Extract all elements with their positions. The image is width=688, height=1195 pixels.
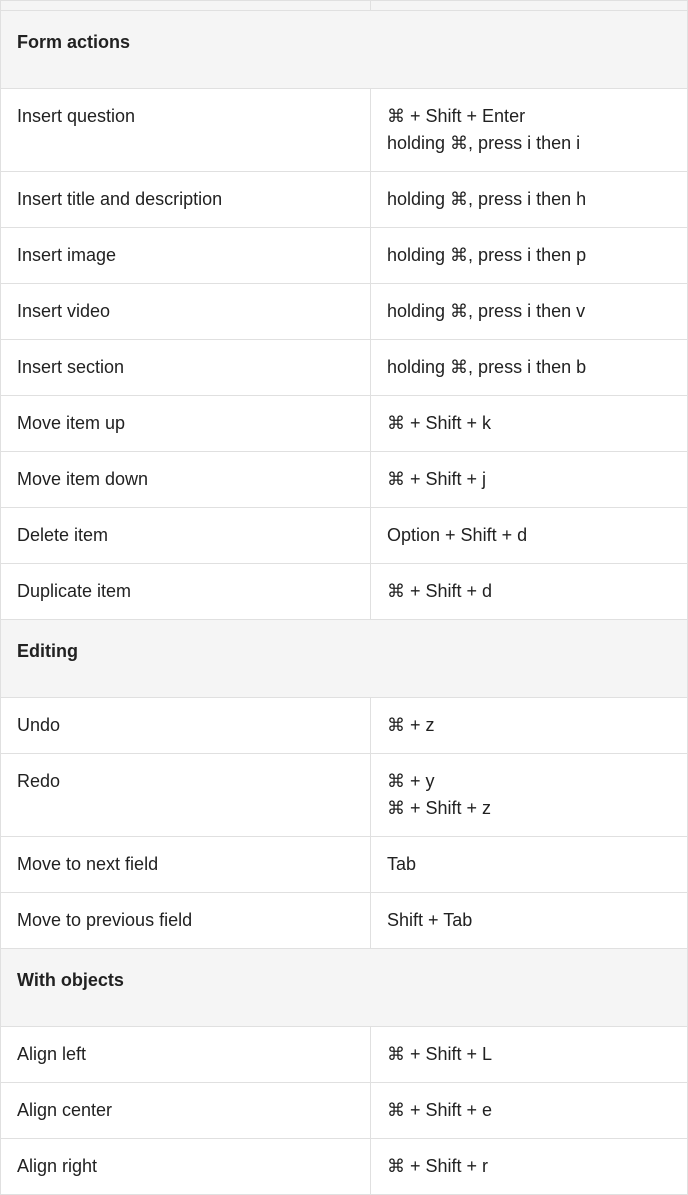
table-row: Move to next field Tab [1, 837, 688, 893]
shortcut-text: holding ⌘, press i then p [387, 242, 671, 269]
shortcut-cell: ⌘ + Shift + Enter holding ⌘, press i the… [371, 89, 688, 172]
table-row: Redo ⌘ + y ⌘ + Shift + z [1, 754, 688, 837]
shortcut-text: Option + Shift + d [387, 522, 671, 549]
shortcut-text: holding ⌘, press i then h [387, 186, 671, 213]
table-row: Insert image holding ⌘, press i then p [1, 228, 688, 284]
action-cell: Insert title and description [1, 172, 371, 228]
table-row: Move item up ⌘ + Shift + k [1, 396, 688, 452]
action-cell: Insert video [1, 284, 371, 340]
table-row: Align center ⌘ + Shift + e [1, 1083, 688, 1139]
shortcut-cell: Option + Shift + d [371, 508, 688, 564]
shortcut-text: ⌘ + Shift + j [387, 466, 671, 493]
stub-cell [1, 1, 371, 11]
shortcut-text: ⌘ + Shift + Enter [387, 103, 671, 130]
shortcut-text: holding ⌘, press i then v [387, 298, 671, 325]
shortcut-cell: ⌘ + z [371, 698, 688, 754]
shortcut-cell: holding ⌘, press i then h [371, 172, 688, 228]
action-cell: Insert section [1, 340, 371, 396]
stub-cell [371, 1, 688, 11]
table-row: Insert question ⌘ + Shift + Enter holdin… [1, 89, 688, 172]
shortcut-cell: Tab [371, 837, 688, 893]
shortcut-cell: holding ⌘, press i then v [371, 284, 688, 340]
shortcut-text: ⌘ + Shift + z [387, 795, 671, 822]
table-row: Align right ⌘ + Shift + r [1, 1139, 688, 1195]
shortcut-cell: ⌘ + Shift + L [371, 1027, 688, 1083]
shortcut-text: ⌘ + z [387, 712, 671, 739]
shortcuts-table: Form actions Insert question ⌘ + Shift +… [0, 0, 688, 1195]
action-cell: Undo [1, 698, 371, 754]
table-row: Align left ⌘ + Shift + L [1, 1027, 688, 1083]
shortcut-text: Tab [387, 851, 671, 878]
section-header: With objects [1, 949, 688, 1027]
shortcut-text: holding ⌘, press i then b [387, 354, 671, 381]
section-title: With objects [1, 949, 688, 1027]
action-cell: Delete item [1, 508, 371, 564]
action-cell: Move item down [1, 452, 371, 508]
section-header: Form actions [1, 11, 688, 89]
table-row: Delete item Option + Shift + d [1, 508, 688, 564]
action-cell: Move to previous field [1, 893, 371, 949]
table-row: Undo ⌘ + z [1, 698, 688, 754]
table-row: Move to previous field Shift + Tab [1, 893, 688, 949]
shortcut-cell: ⌘ + y ⌘ + Shift + z [371, 754, 688, 837]
shortcut-text: ⌘ + Shift + e [387, 1097, 671, 1124]
table-stub-row [1, 1, 688, 11]
shortcut-cell: ⌘ + Shift + j [371, 452, 688, 508]
shortcut-text: ⌘ + Shift + L [387, 1041, 671, 1068]
shortcut-text: ⌘ + Shift + r [387, 1153, 671, 1180]
section-title: Editing [1, 620, 688, 698]
action-cell: Move item up [1, 396, 371, 452]
shortcut-text: ⌘ + y [387, 768, 671, 795]
section-title: Form actions [1, 11, 688, 89]
action-cell: Move to next field [1, 837, 371, 893]
action-cell: Redo [1, 754, 371, 837]
action-cell: Insert image [1, 228, 371, 284]
table-row: Insert video holding ⌘, press i then v [1, 284, 688, 340]
table-row: Move item down ⌘ + Shift + j [1, 452, 688, 508]
shortcut-cell: ⌘ + Shift + e [371, 1083, 688, 1139]
table-row: Insert title and description holding ⌘, … [1, 172, 688, 228]
action-cell: Align right [1, 1139, 371, 1195]
table-row: Insert section holding ⌘, press i then b [1, 340, 688, 396]
shortcut-text: ⌘ + Shift + k [387, 410, 671, 437]
action-cell: Align left [1, 1027, 371, 1083]
shortcut-cell: ⌘ + Shift + k [371, 396, 688, 452]
shortcut-cell: holding ⌘, press i then b [371, 340, 688, 396]
shortcut-cell: ⌘ + Shift + d [371, 564, 688, 620]
shortcut-text: Shift + Tab [387, 907, 671, 934]
shortcut-text: ⌘ + Shift + d [387, 578, 671, 605]
table-row: Duplicate item ⌘ + Shift + d [1, 564, 688, 620]
action-cell: Align center [1, 1083, 371, 1139]
shortcut-cell: holding ⌘, press i then p [371, 228, 688, 284]
shortcut-cell: ⌘ + Shift + r [371, 1139, 688, 1195]
section-header: Editing [1, 620, 688, 698]
action-cell: Insert question [1, 89, 371, 172]
shortcut-text: holding ⌘, press i then i [387, 130, 671, 157]
action-cell: Duplicate item [1, 564, 371, 620]
shortcut-cell: Shift + Tab [371, 893, 688, 949]
